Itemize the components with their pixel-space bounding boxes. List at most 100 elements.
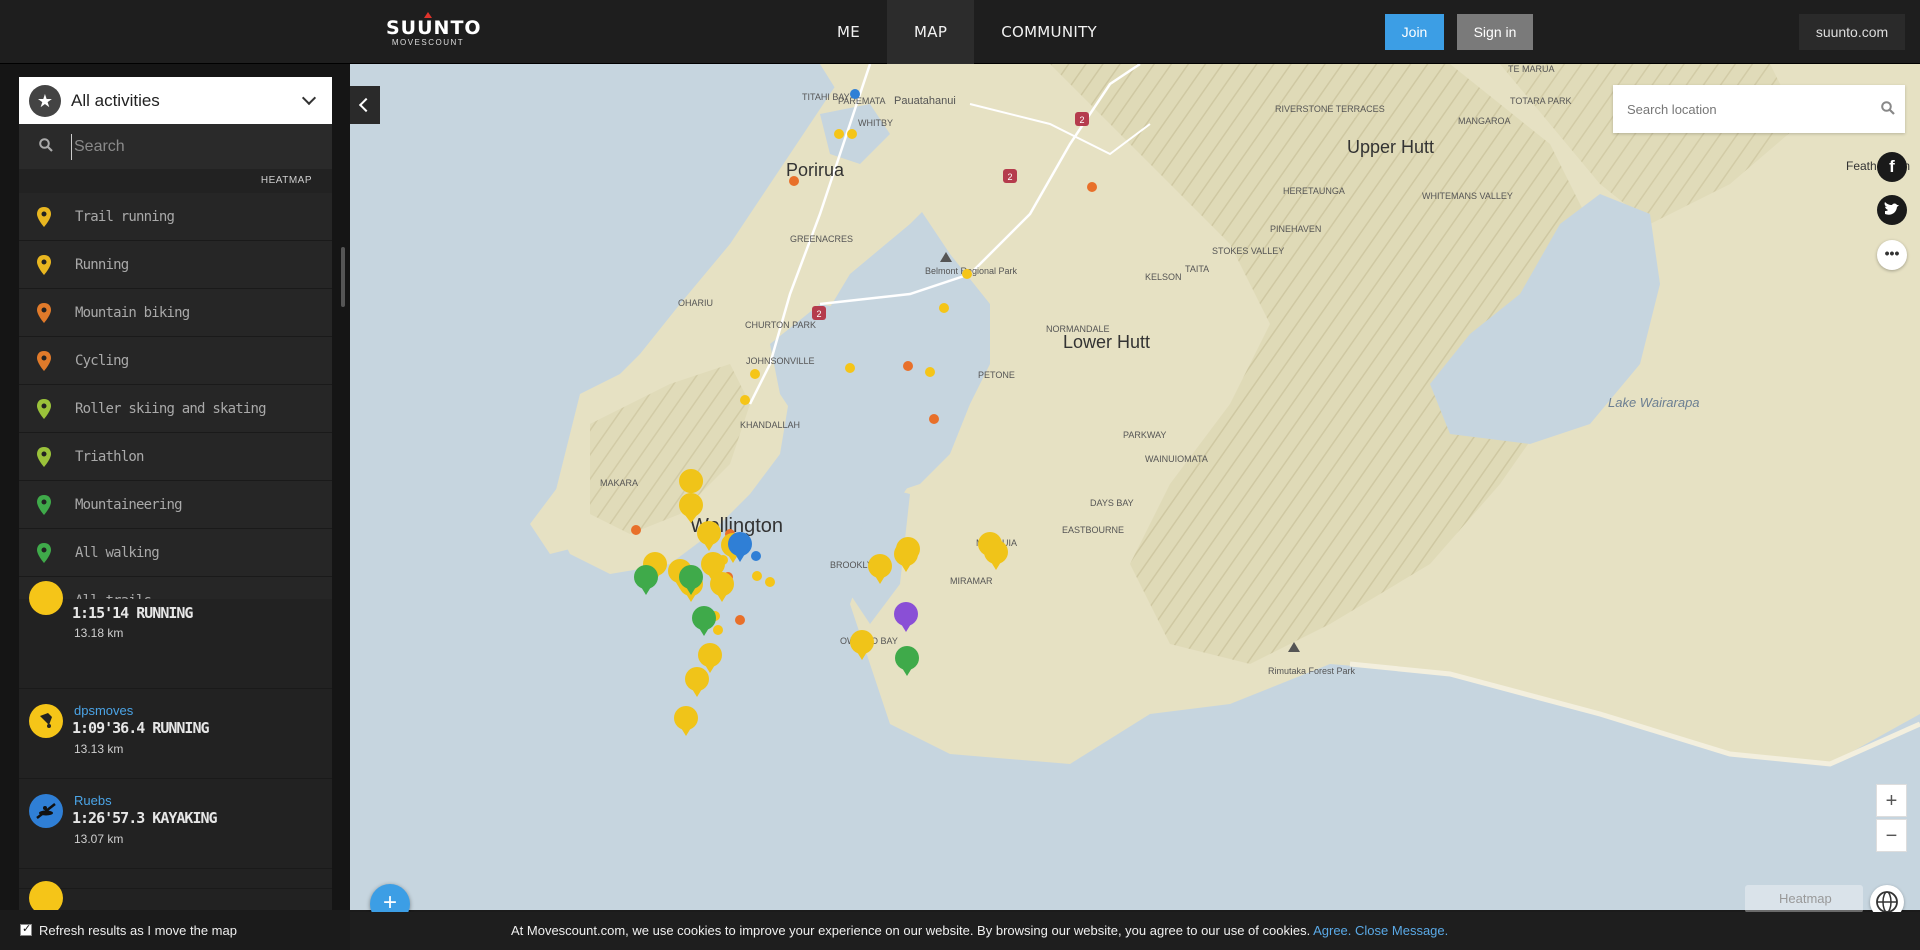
search-icon [39, 138, 53, 152]
map-dot-kayaking[interactable] [850, 89, 860, 99]
moves-feed: 1:15'14 RUNNING 13.18 km dpsmoves 1:09'3… [19, 581, 332, 915]
suunto-logo[interactable]: SUUNTO MOVESCOUNT [386, 12, 481, 48]
activity-pin-icon [37, 447, 51, 467]
map-dot-cycling[interactable] [735, 615, 745, 625]
activity-item[interactable]: Cycling [19, 337, 332, 385]
map-dot-running[interactable] [765, 577, 775, 587]
feed-duration: 1:15'14 RUNNING [72, 604, 193, 622]
feed-duration: 1:26'57.3 KAYAKING [72, 809, 218, 827]
activity-item[interactable]: Mountaineering [19, 481, 332, 529]
activity-item-label: Running [75, 257, 129, 273]
feed-username-link[interactable]: dpsmoves [74, 703, 133, 718]
map-dot-running[interactable] [834, 129, 844, 139]
top-navigation-bar: SUUNTO MOVESCOUNT ME MAP COMMUNITY Join … [0, 0, 1920, 64]
heatmap-activity-list: Trail running Running Mountain biking Cycli… [19, 193, 332, 625]
map-dot-cycling[interactable] [929, 414, 939, 424]
search-row [19, 124, 332, 169]
more-options-icon[interactable]: ••• [1877, 240, 1907, 270]
map-dot-running[interactable] [713, 625, 723, 635]
sidebar: ★ All activities HEATMAP Trail running Ru… [0, 64, 350, 950]
activity-item[interactable]: Mountain biking [19, 289, 332, 337]
activity-item-label: Trail running [75, 209, 175, 225]
cookie-agree-link[interactable]: Agree. [1313, 923, 1351, 938]
main-nav: ME MAP COMMUNITY [810, 0, 1124, 64]
running-avatar-icon [29, 704, 63, 738]
map-dot-running[interactable] [939, 303, 949, 313]
highway-label: 2 [1079, 115, 1084, 125]
activity-item[interactable]: All walking [19, 529, 332, 577]
map-dot-running[interactable] [845, 363, 855, 373]
facebook-icon[interactable]: f [1877, 152, 1907, 182]
suburb-label: PAREMATA [838, 96, 886, 106]
suburb-label: PARKWAY [1123, 430, 1166, 440]
map-dot-cycling[interactable] [903, 361, 913, 371]
place-label-lower-hutt: Lower Hutt [1063, 332, 1150, 352]
sign-in-button[interactable]: Sign in [1457, 14, 1533, 50]
location-search-input[interactable] [1627, 99, 1857, 119]
refresh-bar: Refresh results as I move the map [0, 910, 350, 950]
cookie-close-link[interactable]: Close Message. [1355, 923, 1448, 938]
suburb-label: MIRAMAR [950, 576, 993, 586]
map-pin-running[interactable] [710, 572, 734, 602]
nav-me[interactable]: ME [810, 0, 887, 64]
heatmap-header: HEATMAP [19, 169, 332, 193]
activity-item[interactable]: Roller skiing and skating [19, 385, 332, 433]
map-dot-running[interactable] [750, 369, 760, 379]
map-dot-cycling[interactable] [789, 176, 799, 186]
map-pin-running[interactable] [685, 667, 709, 697]
activity-pin-icon [37, 255, 51, 275]
zoom-in-button[interactable]: + [1876, 784, 1907, 817]
suburb-label: TAITA [1185, 264, 1209, 274]
activity-item[interactable]: Running [19, 241, 332, 289]
activity-search-input[interactable] [71, 134, 321, 160]
refresh-checkbox[interactable] [20, 922, 32, 936]
map-dot-kayaking[interactable] [751, 551, 761, 561]
map-pin-walking[interactable] [692, 606, 716, 636]
activity-select-value: All activities [71, 91, 160, 110]
suburb-label: HERETAUNGA [1283, 186, 1345, 196]
list-scrollbar[interactable] [341, 247, 345, 307]
logo-sub-text: MOVESCOUNT [391, 38, 465, 47]
running-avatar-icon [29, 581, 63, 615]
chevron-down-icon [301, 90, 317, 106]
place-label-lake: Lake Wairarapa [1608, 395, 1700, 410]
suburb-label: KELSON [1145, 272, 1182, 282]
collapse-sidebar-button[interactable] [350, 86, 380, 124]
cookie-message: At Movescount.com, we use cookies to imp… [511, 923, 1448, 938]
suburb-label: PINEHAVEN [1270, 224, 1321, 234]
map-dot-cycling[interactable] [1087, 182, 1097, 192]
activity-select-dropdown[interactable]: ★ All activities [19, 77, 332, 124]
location-search-box [1613, 85, 1905, 133]
feed-item[interactable] [19, 869, 332, 915]
place-label-upper-hutt: Upper Hutt [1347, 137, 1434, 157]
search-icon[interactable] [1881, 101, 1895, 115]
map-dot-running[interactable] [740, 395, 750, 405]
cookie-text: At Movescount.com, we use cookies to imp… [511, 923, 1311, 938]
map-dot-running[interactable] [752, 571, 762, 581]
suburb-label: WHITEMANS VALLEY [1422, 191, 1513, 201]
feed-distance: 13.13 km [74, 742, 124, 756]
map-pin-walking[interactable] [634, 565, 658, 595]
zoom-out-button[interactable]: − [1876, 819, 1907, 852]
map-dot-running[interactable] [847, 129, 857, 139]
twitter-icon[interactable] [1877, 195, 1907, 225]
map-pin-running[interactable] [697, 521, 721, 551]
activity-item[interactable]: Triathlon [19, 433, 332, 481]
map-canvas[interactable]: 2 2 2 Porirua Upper Hutt Lower Hutt Well… [350, 64, 1920, 910]
nav-map[interactable]: MAP [887, 0, 975, 64]
suunto-com-link[interactable]: suunto.com [1799, 14, 1905, 50]
nav-community[interactable]: COMMUNITY [974, 0, 1124, 64]
map-dot-running[interactable] [925, 367, 935, 377]
map-dot-cycling[interactable] [631, 525, 641, 535]
feed-item[interactable]: dpsmoves 1:09'36.4 RUNNING 13.13 km [19, 689, 332, 779]
map-dot-running[interactable] [962, 269, 972, 279]
feed-item[interactable]: Ruebs 1:26'57.3 KAYAKING 13.07 km [19, 779, 332, 869]
heatmap-toggle[interactable]: Heatmap [1745, 885, 1863, 913]
activity-item[interactable]: Trail running [19, 193, 332, 241]
join-button[interactable]: Join [1385, 14, 1444, 50]
suburb-label: WAINUIOMATA [1145, 454, 1208, 464]
feed-item[interactable]: 1:15'14 RUNNING 13.18 km [19, 581, 332, 689]
feed-username-link[interactable]: Ruebs [74, 793, 112, 808]
feed-duration: 1:09'36.4 RUNNING [72, 719, 210, 737]
map-pin-running[interactable] [674, 706, 698, 736]
